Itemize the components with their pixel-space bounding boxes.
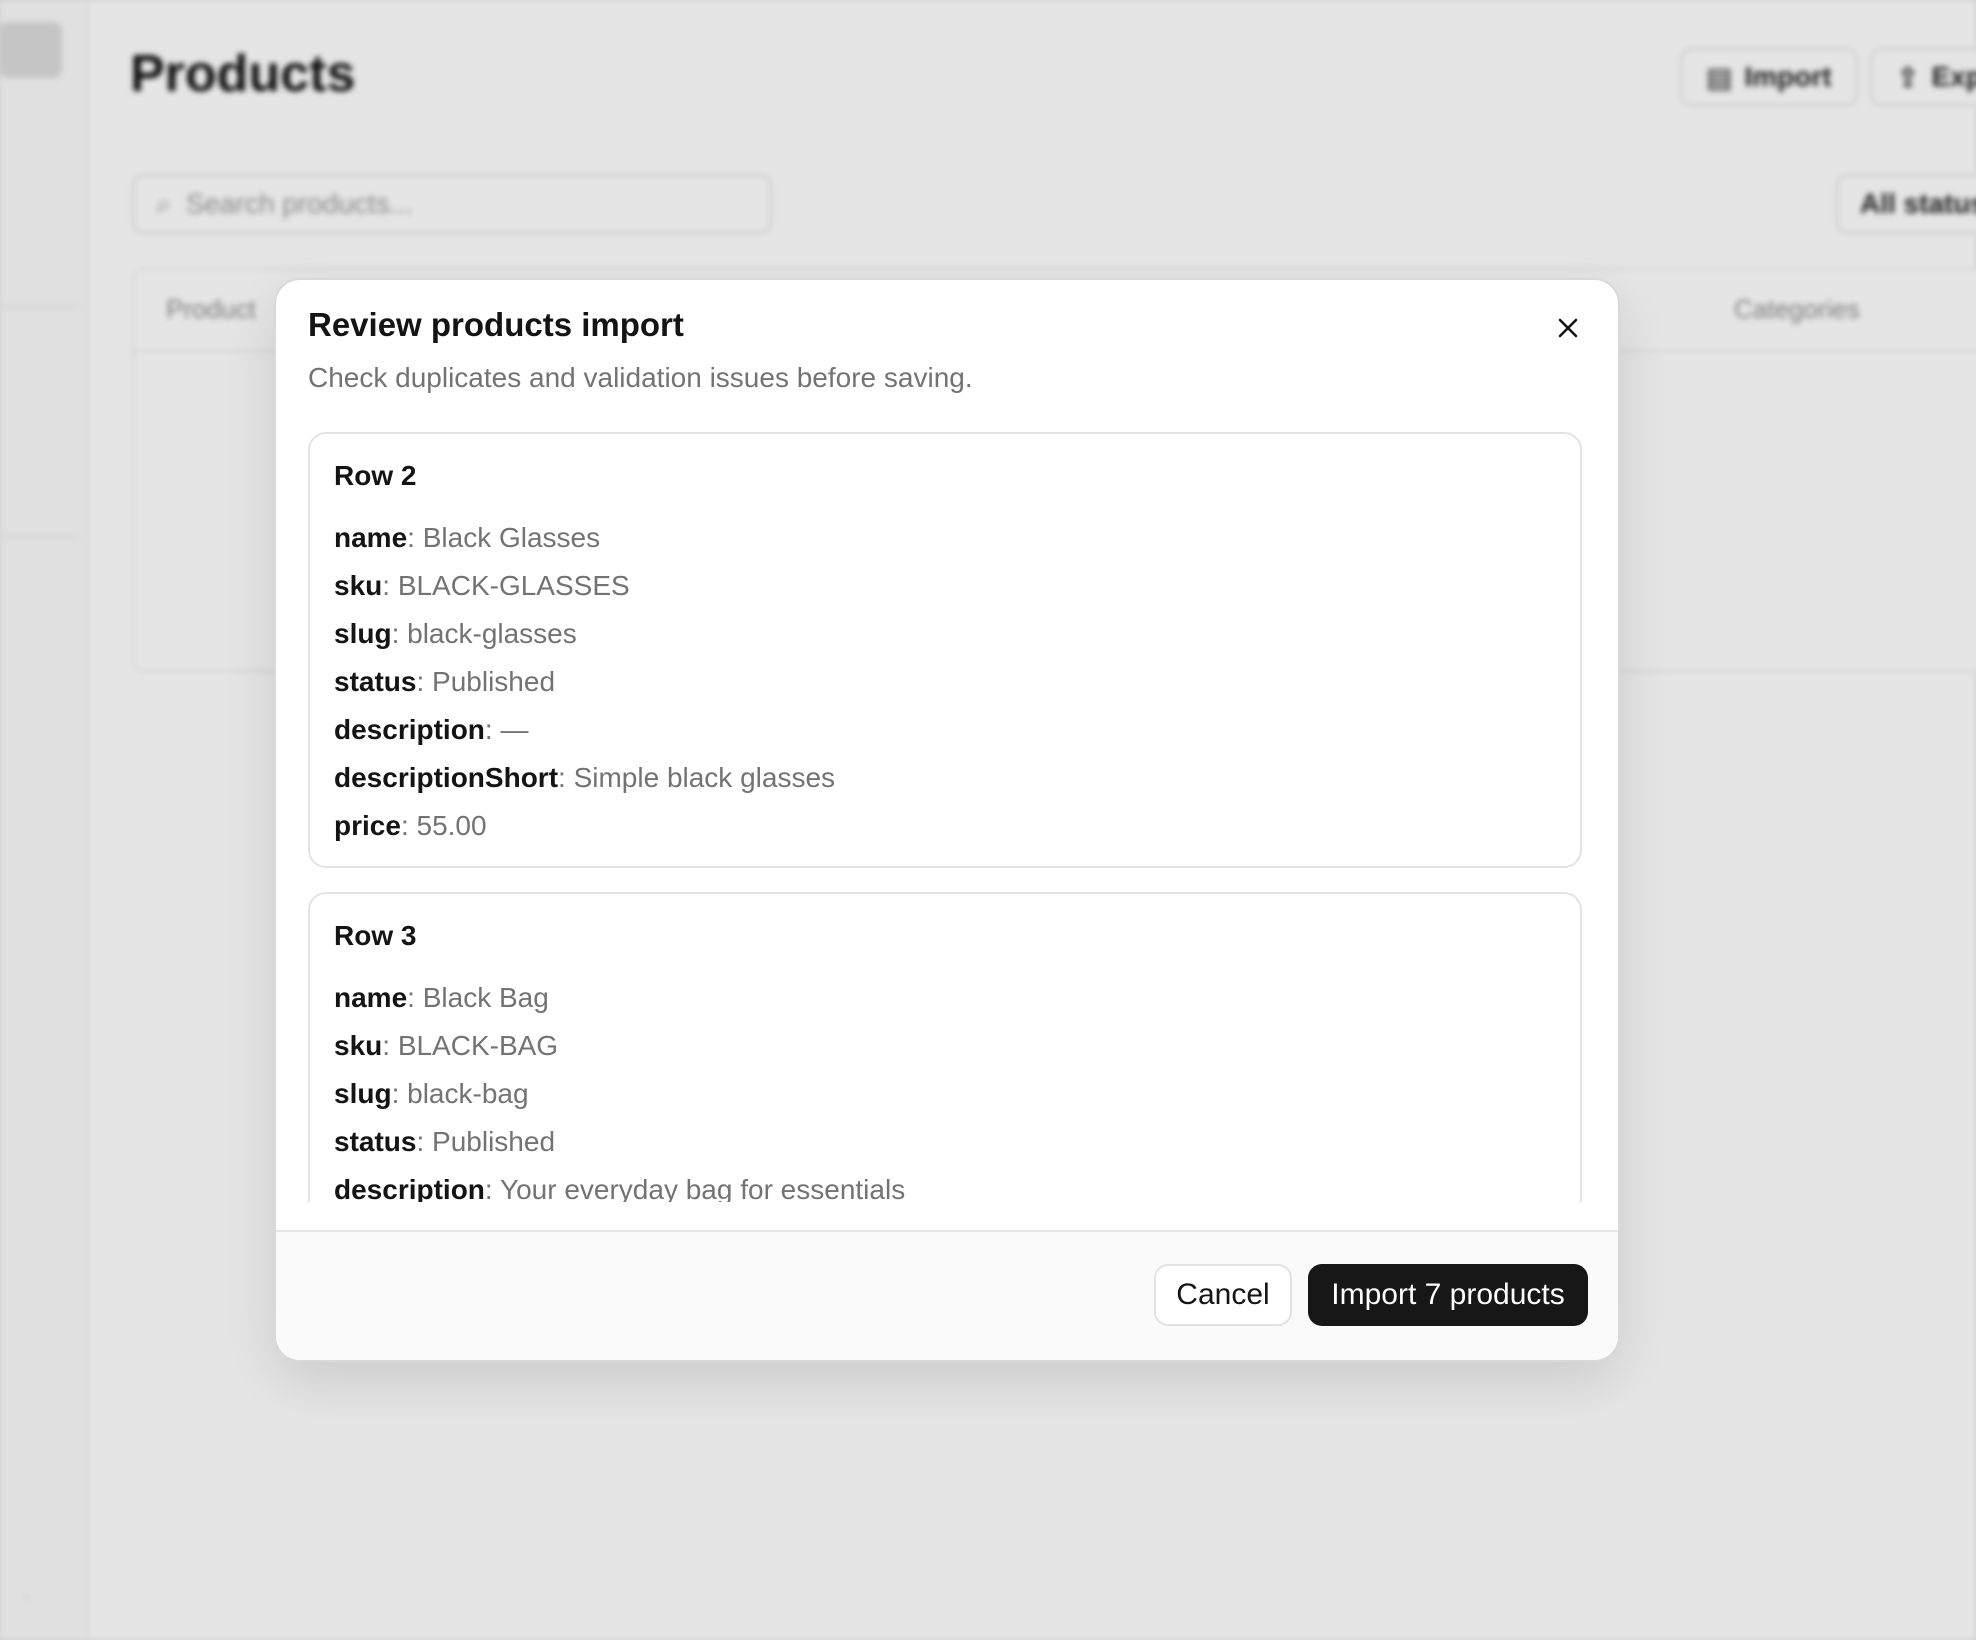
field-sku: sku: BLACK-BAG [334,1030,559,1061]
field-name: name: Black Bag [334,982,549,1013]
dialog-footer: Cancel Import 7 products [276,1230,1618,1360]
dialog-subtitle: Check duplicates and validation issues b… [308,362,973,393]
import-products-button[interactable]: Import 7 products [1308,1264,1588,1326]
field-description: description: — [334,714,529,745]
row-card-2: Row 2 name: Black Glasses sku: BLACK-GLA… [308,432,1582,868]
field-description: description: Your everyday bag for essen… [334,1174,906,1202]
field-status: status: Published [334,666,556,697]
field-slug: slug: black-bag [334,1078,529,1109]
rows-scroll-area[interactable]: Row 2 name: Black Glasses sku: BLACK-GLA… [308,432,1582,1202]
field-sku: sku: BLACK-GLASSES [334,570,630,601]
field-status: status: Published [334,1126,556,1157]
close-icon [1558,318,1578,338]
field-description-short: descriptionShort: Simple black glasses [334,762,836,793]
row-card-3: Row 3 name: Black Bag sku: BLACK-BAG slu… [308,892,1582,1202]
close-button[interactable] [1548,308,1588,348]
field-price: price: 55.00 [334,810,487,841]
cancel-button[interactable]: Cancel [1154,1264,1292,1326]
field-slug: slug: black-glasses [334,618,577,649]
row-title: Row 3 [334,920,417,951]
row-title: Row 2 [334,460,417,491]
review-import-dialog: Review products import Check duplicates … [274,278,1620,1362]
dialog-title: Review products import [308,306,684,343]
field-name: name: Black Glasses [334,522,601,553]
